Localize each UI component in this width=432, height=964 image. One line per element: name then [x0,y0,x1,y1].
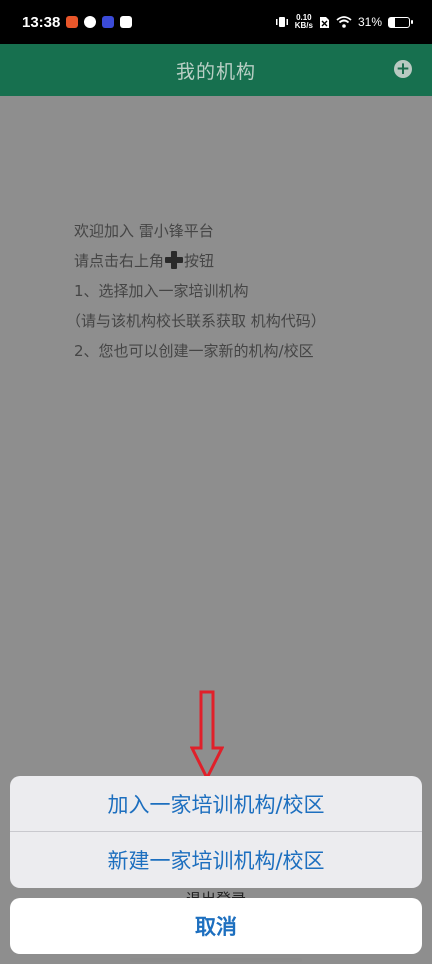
battery-fill [389,17,396,27]
wifi-icon [336,16,352,28]
page-title: 我的机构 [175,60,256,83]
welcome-line: 欢迎加入 雷小锋平台 [74,222,214,240]
battery-icon [388,16,413,28]
instruction-text-before: 请点击右上角 [74,252,165,270]
app-notification-icon [102,16,115,28]
add-organization-button[interactable]: + [394,60,412,78]
battery-percent: 31% [357,15,382,29]
app-notification-icon [66,16,79,28]
status-bar: 13:38 0.10 KB/s 31% [0,0,432,44]
join-organization-option[interactable]: 加入一家培训机构/校区 [10,776,422,832]
step-two-line: 2、您也可以创建一家新的机构/校区 [74,342,314,360]
vibrate-icon [275,17,288,27]
status-time: 13:38 [22,13,61,31]
status-left: 13:38 [22,13,133,31]
home-indicator[interactable] [130,958,302,962]
instruction-text-after: 按钮 [184,252,215,270]
red-down-arrow-icon [189,690,225,782]
intro-text: 欢迎加入 雷小锋平台 请点击右上角 按钮 1、选择加入一家培训机构 （请与该机构校… [66,216,326,366]
step-one-note: （请与该机构校长联系获取 机构代码） [66,312,326,330]
instruction-line: 请点击右上角 按钮 [74,246,326,276]
no-sim-icon [319,16,329,28]
cancel-button[interactable]: 取消 [10,898,422,954]
app-header: 我的机构 + [0,44,432,96]
status-right: 0.10 KB/s 31% [275,14,413,30]
network-speed: 0.10 KB/s [295,14,313,30]
action-sheet-options: 加入一家培训机构/校区 新建一家培训机构/校区 [10,776,422,888]
step-one-line: 1、选择加入一家培训机构 [74,282,249,300]
app-notification-icon [84,16,97,28]
logout-option-partial: 退出登录 [0,886,432,898]
more-notifications-icon [120,16,133,28]
plus-icon [165,251,184,269]
plus-circle-icon: + [395,59,411,79]
net-speed-unit: KB/s [294,21,313,30]
create-organization-option[interactable]: 新建一家培训机构/校区 [10,832,422,888]
